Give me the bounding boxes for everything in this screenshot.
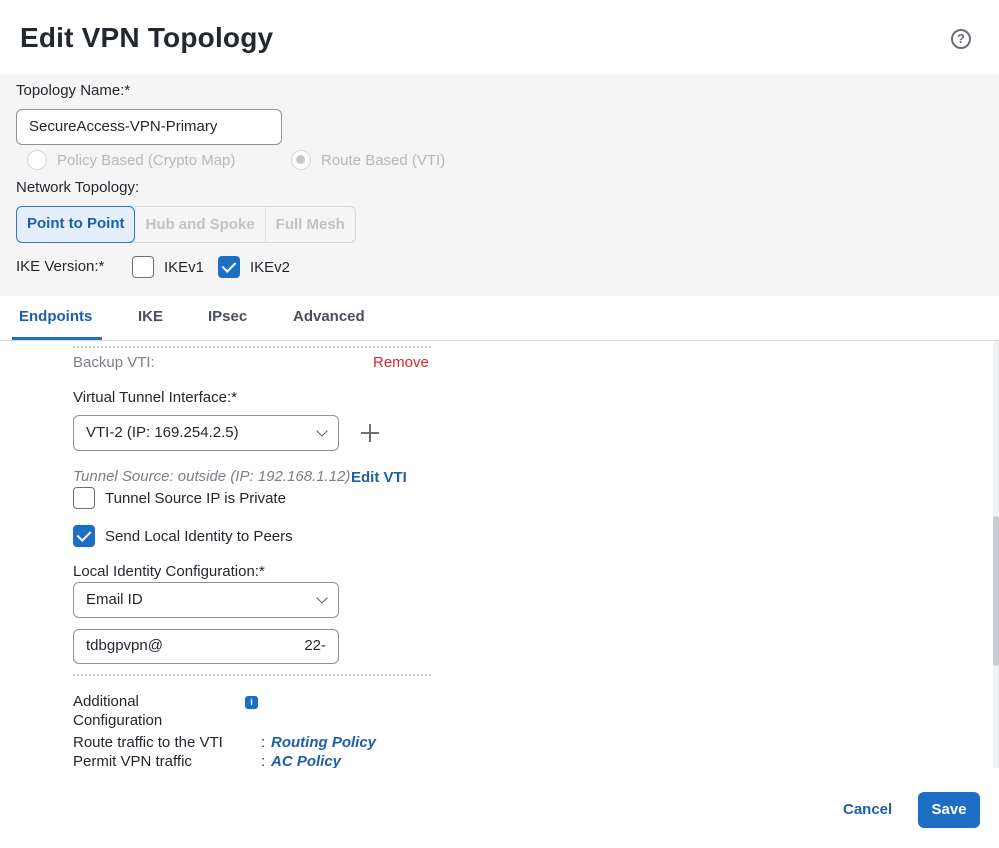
add-vti-plus-icon[interactable] — [360, 423, 380, 443]
tab-ipsec[interactable]: IPsec — [208, 308, 247, 325]
topology-name-label: Topology Name:* — [16, 82, 131, 99]
tab-bar: Endpoints IKE IPsec Advanced — [0, 296, 999, 341]
question-circle-icon[interactable]: ? — [951, 29, 971, 49]
additional-config-label-line1: Additional — [73, 693, 139, 710]
send-identity-checkbox-row[interactable]: Send Local Identity to Peers — [73, 525, 293, 547]
ike-version-label: IKE Version:* — [16, 258, 105, 275]
topology-settings-panel: Topology Name:* SecureAccess-VPN-Primary… — [0, 74, 999, 296]
tab-endpoints[interactable]: Endpoints — [19, 308, 92, 325]
tunnel-private-checkbox[interactable] — [73, 487, 95, 509]
local-identity-value: Email ID — [86, 591, 143, 608]
permit-traffic-row: Permit VPN traffic : AC Policy — [73, 753, 341, 768]
tunnel-source-note: Tunnel Source: outside (IP: 192.168.1.12… — [73, 468, 351, 485]
route-based-radio[interactable]: Route Based (VTI) — [291, 150, 445, 170]
email-id-value: tdbgpvpn@ — [86, 637, 163, 654]
email-id-tail: 22- — [304, 637, 326, 654]
dialog-header: Edit VPN Topology ? — [0, 0, 999, 74]
separator: : — [261, 734, 266, 751]
send-identity-label: Send Local Identity to Peers — [105, 527, 293, 545]
route-based-label: Route Based (VTI) — [321, 151, 446, 169]
vti-select[interactable]: VTI-2 (IP: 169.254.2.5) — [73, 415, 339, 451]
tab-ike[interactable]: IKE — [138, 308, 163, 325]
ikev2-checkbox[interactable] — [218, 256, 240, 278]
network-topology-label: Network Topology: — [16, 179, 140, 196]
radio-selected-icon — [291, 150, 311, 170]
additional-config-label-line2: Configuration — [73, 712, 163, 729]
remove-link[interactable]: Remove — [373, 354, 429, 371]
routing-policy-link[interactable]: Routing Policy — [271, 734, 376, 751]
divider — [73, 674, 431, 676]
endpoints-content: Backup VTI: Remove Virtual Tunnel Interf… — [0, 341, 999, 768]
info-icon[interactable]: i — [245, 696, 258, 709]
local-identity-label: Local Identity Configuration:* — [73, 563, 265, 580]
route-traffic-label: Route traffic to the VTI — [73, 734, 223, 751]
scrollbar-thumb[interactable] — [993, 516, 999, 666]
ikev2-checkbox-row[interactable]: IKEv2 — [218, 256, 290, 278]
ac-policy-link[interactable]: AC Policy — [271, 753, 341, 768]
dialog-title: Edit VPN Topology — [20, 22, 274, 53]
separator: : — [261, 753, 266, 768]
backup-vti-label: Backup VTI: — [73, 354, 155, 371]
ikev1-checkbox-row[interactable]: IKEv1 — [132, 256, 204, 278]
topology-full-mesh[interactable]: Full Mesh — [266, 207, 355, 242]
divider — [73, 346, 431, 348]
vti-label: Virtual Tunnel Interface:* — [73, 389, 237, 406]
vti-select-value: VTI-2 (IP: 169.254.2.5) — [86, 424, 239, 441]
email-id-input[interactable]: tdbgpvpn@ 22- — [73, 629, 339, 664]
send-identity-checkbox[interactable] — [73, 525, 95, 547]
route-traffic-row: Route traffic to the VTI : Routing Polic… — [73, 734, 376, 751]
topology-name-input[interactable]: SecureAccess-VPN-Primary — [16, 109, 282, 145]
permit-traffic-label: Permit VPN traffic — [73, 753, 192, 768]
dialog-footer: Cancel Save — [0, 768, 999, 848]
topology-point-to-point[interactable]: Point to Point — [16, 206, 136, 243]
policy-based-label: Policy Based (Crypto Map) — [57, 151, 236, 169]
tab-advanced[interactable]: Advanced — [293, 308, 365, 325]
policy-based-radio[interactable]: Policy Based (Crypto Map) — [27, 150, 235, 170]
radio-circle-icon — [27, 150, 47, 170]
save-button[interactable]: Save — [918, 792, 980, 828]
ikev2-label: IKEv2 — [250, 258, 291, 276]
cancel-button[interactable]: Cancel — [829, 792, 906, 828]
ikev1-checkbox[interactable] — [132, 256, 154, 278]
topology-hub-and-spoke[interactable]: Hub and Spoke — [135, 207, 266, 242]
local-identity-select[interactable]: Email ID — [73, 582, 339, 618]
network-topology-segmented-control: Point to Point Hub and Spoke Full Mesh — [16, 206, 356, 243]
chevron-down-icon — [316, 425, 328, 437]
tunnel-private-label: Tunnel Source IP is Private — [105, 489, 286, 507]
edit-vti-link[interactable]: Edit VTI — [351, 469, 407, 486]
ikev1-label: IKEv1 — [164, 258, 205, 276]
active-tab-indicator — [12, 337, 102, 340]
tunnel-private-checkbox-row[interactable]: Tunnel Source IP is Private — [73, 487, 286, 509]
chevron-down-icon — [316, 592, 328, 604]
